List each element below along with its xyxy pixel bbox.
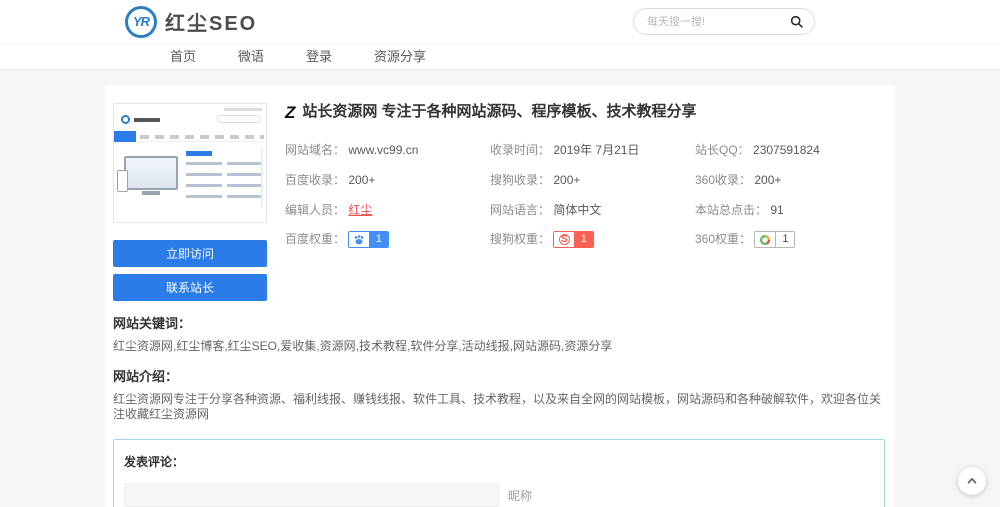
top-header: YR 红尘SEO [0, 0, 1000, 44]
search-icon [790, 15, 804, 29]
visit-site-button[interactable]: 立即访问 [113, 240, 267, 267]
site-favicon-icon: Z [285, 104, 295, 121]
thumb-active-tab-decoration [114, 131, 136, 142]
site-thumbnail-preview[interactable] [113, 103, 267, 223]
back-to-top-button[interactable] [958, 467, 986, 495]
thumb-link-list-decoration [186, 162, 222, 202]
thumb-monitor-illustration [124, 156, 178, 190]
editor-link[interactable]: 红尘 [348, 203, 372, 217]
thumb-phone-illustration [117, 170, 128, 192]
site-info-grid: 网站域名： www.vc99.cn 收录时间： 2019年 7月21日 站长QQ… [285, 134, 885, 254]
comment-form: 发表评论： 昵称 邮件地址 (选填) 个人主页 (选填) [113, 439, 885, 507]
so360-weight-value: 1 [775, 232, 794, 247]
comment-heading: 发表评论： [124, 453, 874, 470]
thumb-nav-decoration [114, 131, 267, 142]
page-title: Z 站长资源网 专注于各种网站源码、程序模板、技术教程分享 [285, 103, 885, 121]
intro-text: 红尘资源网专注于分享各种资源、福利线报、赚钱线报、软件工具、技术教程，以及来自全… [113, 392, 885, 422]
sogou-s-icon: S [554, 232, 574, 247]
chevron-up-icon [965, 474, 979, 488]
info-sogou-indexed: 搜狗收录： 200+ [490, 171, 695, 188]
intro-heading: 网站介绍： [113, 366, 885, 385]
nav-item-resources[interactable]: 资源分享 [374, 44, 426, 69]
nav-item-weiyu[interactable]: 微语 [238, 44, 264, 69]
nav-item-login[interactable]: 登录 [306, 44, 332, 69]
brand-logo-circle-icon: YR [125, 6, 157, 38]
sogou-weight-value: 1 [574, 232, 593, 247]
info-360-indexed: 360收录： 200+ [695, 171, 900, 188]
so360-weight-badge: 1 [754, 231, 795, 248]
brand-name: 红尘SEO [165, 7, 257, 36]
nickname-input[interactable] [124, 483, 499, 507]
info-360-weight: 360权重： 1 [695, 230, 900, 248]
thumb-list-heading-decoration [186, 151, 212, 156]
info-language: 网站语言： 简体中文 [490, 201, 695, 218]
thumb-link-list-decoration [227, 162, 263, 202]
so360-ring-icon [755, 232, 775, 247]
contact-webmaster-button[interactable]: 联系站长 [113, 274, 267, 301]
search-button[interactable] [788, 13, 806, 31]
site-detail-card: 立即访问 联系站长 Z 站长资源网 专注于各种网站源码、程序模板、技术教程分享 … [105, 85, 895, 507]
keywords-text: 红尘资源网,红尘博客,红尘SEO,爱收集,资源网,技术教程,软件分享,活动线报,… [113, 339, 885, 354]
info-webmaster-qq: 站长QQ： 2307591824 [695, 141, 900, 158]
info-total-clicks: 本站总点击： 91 [695, 201, 900, 218]
info-sogou-weight: 搜狗权重： S 1 [490, 230, 695, 248]
thumb-logo-text-decoration [134, 118, 160, 122]
baidu-weight-badge: 1 [348, 231, 389, 248]
info-baidu-indexed: 百度收录： 200+ [285, 171, 490, 188]
thumb-topbar-decoration [224, 108, 262, 111]
baidu-paw-icon [349, 232, 369, 247]
nav-item-home[interactable]: 首页 [170, 44, 196, 69]
search-input[interactable] [647, 16, 788, 28]
info-baidu-weight: 百度权重： 1 [285, 230, 490, 248]
info-included-date: 收录时间： 2019年 7月21日 [490, 141, 695, 158]
brand-logo[interactable]: YR 红尘SEO [125, 6, 257, 38]
site-title-text: 站长资源网 专注于各种网站源码、程序模板、技术教程分享 [302, 103, 696, 121]
thumb-search-decoration [217, 115, 261, 123]
keywords-heading: 网站关键词： [113, 313, 885, 332]
thumb-scrollbar-decoration [261, 148, 263, 208]
baidu-weight-value: 1 [369, 232, 388, 247]
info-editor: 编辑人员： 红尘 [285, 201, 490, 218]
thumb-logo-icon [121, 115, 130, 124]
brand-monogram: YR [133, 14, 149, 29]
sogou-weight-badge: S 1 [553, 231, 594, 248]
thumb-tabs-decoration [140, 135, 264, 139]
thumb-monitor-stand [142, 191, 160, 195]
nickname-label: 昵称 [508, 487, 532, 504]
search-box [633, 8, 815, 35]
main-nav: 首页 微语 登录 资源分享 [0, 44, 1000, 70]
info-domain: 网站域名： www.vc99.cn [285, 141, 490, 158]
